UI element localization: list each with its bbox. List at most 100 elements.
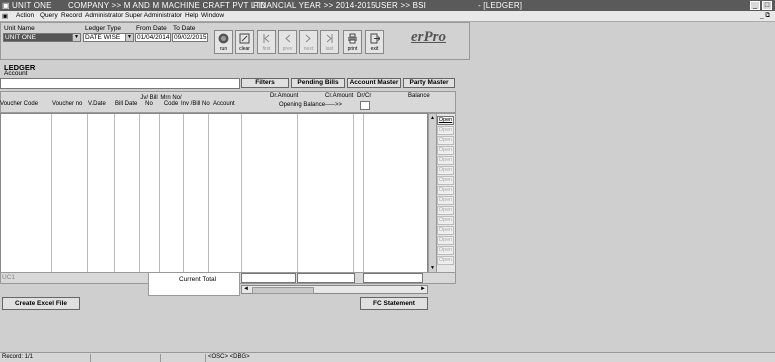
title-window: - [LEDGER]: [478, 1, 523, 10]
title-company: COMPANY >> M AND M MACHINE CRAFT PVT LTD: [68, 1, 266, 10]
prev-icon: [285, 34, 291, 43]
horizontal-scrollbar[interactable]: ◄ ►: [241, 285, 428, 294]
menu-super-administrator[interactable]: Super Administrator: [125, 12, 182, 19]
open-row-button[interactable]: Open: [437, 236, 454, 245]
next-icon: [305, 34, 311, 43]
scrollbar-thumb[interactable]: [252, 287, 314, 294]
chevron-down-icon[interactable]: ▼: [125, 34, 133, 41]
vertical-scrollbar[interactable]: ▲ ▼: [429, 114, 437, 272]
title-unit: UNIT ONE: [12, 1, 52, 10]
scroll-up-icon[interactable]: ▲: [430, 115, 435, 121]
total-balance-field[interactable]: [363, 273, 423, 283]
col-account: Account: [213, 101, 235, 107]
open-row-button[interactable]: Open: [437, 146, 454, 155]
open-row-button[interactable]: Open: [437, 186, 454, 195]
col-jv-bill-no: Jv/ Bill No: [140, 95, 158, 107]
opening-balance-label: Opening Balance----->>: [279, 102, 343, 108]
col-bill-date: Bill Date: [115, 101, 138, 107]
menu-window[interactable]: Window: [201, 12, 224, 19]
total-cr-field[interactable]: [297, 273, 355, 283]
open-row-button[interactable]: Open: [437, 136, 454, 145]
open-row-button[interactable]: Open: [437, 196, 454, 205]
last-button[interactable]: last: [320, 30, 339, 54]
open-row-button[interactable]: Open: [437, 126, 454, 135]
col-v-date: V.Date: [88, 101, 106, 107]
account-master-button[interactable]: Account Master: [347, 78, 401, 88]
col-voucher-no: Voucher no: [52, 101, 83, 107]
filter-toolbar: Unit Name UNIT ONE ▼ Ledger Type DATE WI…: [0, 22, 470, 60]
scroll-right-icon[interactable]: ►: [420, 286, 426, 292]
menu-record[interactable]: Record: [61, 12, 82, 19]
menu-action[interactable]: Action: [16, 12, 34, 19]
filters-button[interactable]: Filters: [241, 78, 289, 88]
clear-icon: [239, 33, 250, 44]
open-row-button[interactable]: Open: [437, 216, 454, 225]
clear-button[interactable]: clear: [235, 30, 254, 54]
dr-amount-header: Dr.Amount: [270, 93, 299, 99]
open-row-button[interactable]: Open: [437, 226, 454, 235]
col-voucher-code: Voucher Code: [0, 101, 39, 107]
opening-drcr-field[interactable]: [360, 101, 370, 110]
print-button[interactable]: print: [343, 30, 362, 54]
scroll-left-icon[interactable]: ◄: [243, 286, 249, 292]
account-input[interactable]: [0, 78, 240, 89]
col-mrn-no-code: Mrn No/ Code: [160, 95, 182, 107]
scroll-down-icon[interactable]: ▼: [430, 265, 435, 271]
open-row-button[interactable]: Open: [437, 156, 454, 165]
open-row-button[interactable]: Open: [437, 256, 454, 265]
exit-button[interactable]: exit: [365, 30, 384, 54]
prev-button[interactable]: prev: [278, 30, 297, 54]
next-button[interactable]: next: [299, 30, 318, 54]
from-date-input[interactable]: 01/04/2014: [135, 33, 171, 42]
maximize-button[interactable]: □: [762, 1, 772, 10]
title-bar: ▣ UNIT ONE COMPANY >> M AND M MACHINE CR…: [0, 0, 775, 11]
menu-administrator[interactable]: Administrator: [85, 12, 123, 19]
pending-bills-button[interactable]: Pending Bills: [291, 78, 345, 88]
app-icon: ▣: [2, 1, 10, 10]
ledger-type-select[interactable]: DATE WISE ▼: [83, 33, 134, 42]
print-icon: [348, 33, 357, 44]
ledger-panel: LEDGER Account Filters Pending Bills Acc…: [0, 62, 458, 319]
title-user: USER >> BSI: [375, 1, 427, 10]
ledger-type-label: Ledger Type: [85, 25, 122, 32]
mdi-minimize-icon[interactable]: _ ⧉: [760, 12, 770, 20]
party-master-button[interactable]: Party Master: [403, 78, 455, 88]
open-row-button[interactable]: Open: [437, 166, 454, 175]
open-row-button[interactable]: Open: [437, 246, 454, 255]
menu-bar: ▣ Action Query Record Administrator Supe…: [0, 11, 775, 22]
to-date-input[interactable]: 09/02/2015: [172, 33, 208, 42]
unit-name-select[interactable]: UNIT ONE ▼: [3, 33, 81, 42]
unit-name-label: Unit Name: [4, 25, 35, 32]
from-date-label: From Date: [136, 25, 167, 32]
to-date-label: To Date: [173, 25, 196, 32]
menu-query[interactable]: Query: [40, 12, 58, 19]
fc-statement-button[interactable]: FC Statement: [360, 297, 428, 310]
run-icon: [218, 33, 229, 44]
cr-amount-header: Cr.Amount: [325, 93, 354, 99]
erpro-logo: erPro: [411, 29, 446, 45]
account-label: Account: [4, 70, 28, 77]
col-inv-bill-no: Inv /Bill No: [181, 101, 210, 107]
first-icon: [263, 34, 270, 43]
menu-help[interactable]: Help: [185, 12, 198, 19]
create-excel-button[interactable]: Create Excel File: [2, 297, 80, 310]
chevron-down-icon[interactable]: ▼: [72, 34, 80, 41]
open-row-button[interactable]: Open: [437, 116, 454, 125]
balance-header: Balance: [408, 93, 430, 99]
open-button-column: Open Open Open Open Open Open Open Open …: [428, 113, 456, 273]
current-total-label: Current Total: [179, 276, 217, 283]
title-year: FINANCIAL YEAR >> 2014-2015: [253, 1, 376, 10]
open-row-button[interactable]: Open: [437, 176, 454, 185]
run-button[interactable]: run: [214, 30, 233, 54]
ledger-grid[interactable]: [0, 113, 428, 273]
drcr-header: Dr/Cr: [357, 93, 372, 99]
total-dr-field[interactable]: [241, 273, 296, 283]
minimize-button[interactable]: _: [750, 1, 760, 10]
exit-icon: [370, 33, 380, 44]
menu-app-icon[interactable]: ▣: [2, 12, 8, 20]
uc-label: UC1: [2, 274, 16, 281]
open-row-button[interactable]: Open: [437, 206, 454, 215]
first-button[interactable]: first: [257, 30, 276, 54]
last-icon: [326, 34, 333, 43]
current-total-box: Current Total: [148, 272, 240, 296]
